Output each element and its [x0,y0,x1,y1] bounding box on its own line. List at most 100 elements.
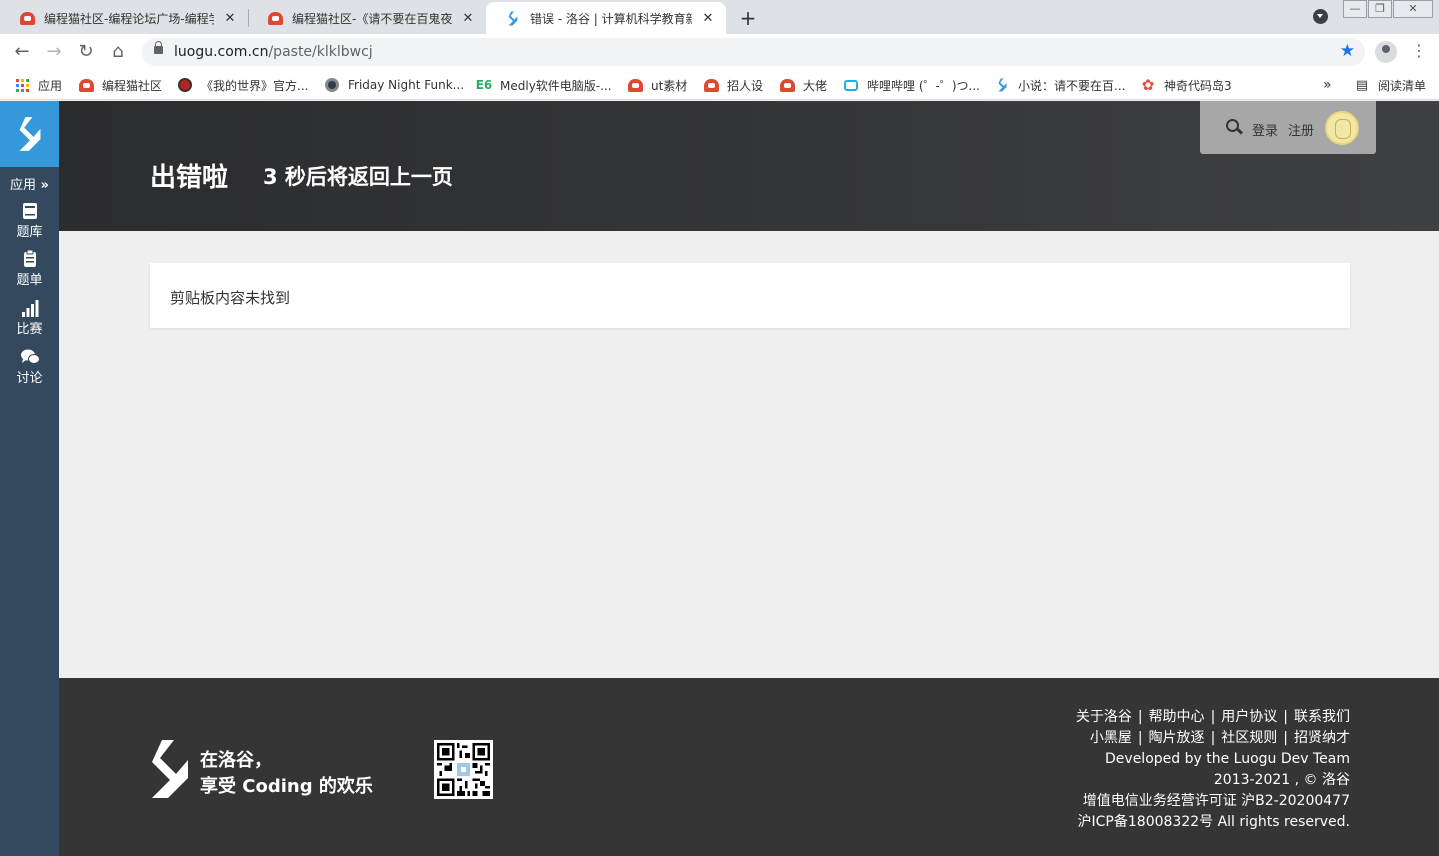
codemao-icon [266,10,284,26]
footer-icp: 沪ICP备18008322号 All rights reserved. [1077,814,1350,830]
close-tab-icon[interactable]: ✕ [700,11,716,26]
luogu-icon [504,10,522,26]
luogu-icon [994,77,1010,93]
chat-bubbles-icon [20,349,40,364]
bookmark-dalao[interactable]: 大佬 [779,76,827,94]
bookmark-medly[interactable]: E6 Medly软件电脑版-... [476,76,612,94]
bookmark-bilibili[interactable]: 哔哩哔哩 (゜-゜)つ... [843,76,980,94]
bookmark-codemao[interactable]: 编程猫社区 [78,76,162,94]
sidebar-item-contests[interactable]: 比赛 [0,299,59,337]
login-link[interactable]: 登录 [1252,120,1278,139]
codemao-icon [78,77,94,93]
profile-avatar-icon[interactable] [1375,41,1397,63]
redirect-countdown: 3 秒后将返回上一页 [263,165,453,189]
medly-icon: E6 [475,78,493,92]
bookmarks-bar: 应用 编程猫社区 《我的世界》官方... Friday Night Funk..… [0,70,1439,100]
bookmark-label: Friday Night Funk... [348,78,465,92]
reading-list-icon: ▤ [1355,77,1369,93]
footer-link-jobs[interactable]: 招贤纳才 [1294,730,1350,746]
new-tab-button[interactable]: + [738,6,758,30]
footer-link-terms[interactable]: 用户协议 [1221,709,1277,725]
bookmark-label: 小说：请不要在百... [1018,78,1126,93]
reading-list-label: 阅读清单 [1378,78,1427,93]
close-tab-icon[interactable]: ✕ [222,11,238,26]
close-window-icon[interactable]: ✕ [1393,0,1433,18]
codemao-icon [779,77,795,93]
apps-grid-icon [14,77,30,93]
sidebar-item-discuss[interactable]: 讨论 [0,348,59,386]
double-chevron-right-icon: » [36,178,49,193]
bookmark-ut[interactable]: ut素材 [627,76,687,94]
footer-link-contact[interactable]: 联系我们 [1294,709,1350,725]
footer-copyright: 2013-2021 , © 洛谷 [1213,772,1350,788]
bookmark-minecraft[interactable]: 《我的世界》官方... [177,76,308,94]
qr-code [434,740,493,799]
minecraft-icon [177,77,193,93]
dev-team-link[interactable]: Luogu Dev Team [1234,751,1350,767]
minimize-icon[interactable]: — [1343,0,1367,18]
more-bookmarks-button[interactable]: » [1323,76,1332,94]
url-text[interactable]: luogu.com.cn/paste/klklbwcj [174,44,373,60]
codemao-icon [18,10,36,26]
tab-search-icon[interactable] [1313,9,1328,24]
url-path: /paste/klklbwcj [268,44,373,60]
footer-link-ostracism[interactable]: 陶片放逐 [1149,730,1205,746]
tab-codemao-forum[interactable]: 编程猫社区-编程论坛广场-编程学习 ✕ [0,2,248,34]
footer-license: 增值电信业务经营许可证 沪B2-20200477 [1082,793,1350,809]
bar-chart-icon [21,300,38,317]
sidebar-apps-toggle[interactable]: 应用 » [0,174,59,193]
codeisland-icon: ✿ [1141,76,1155,94]
reload-icon[interactable]: ↻ [75,41,97,63]
close-tab-icon[interactable]: ✕ [460,11,476,26]
footer-links-row2: 小黑屋 | 陶片放逐 | 社区规则 | 招贤纳才 [1089,730,1350,746]
footer-links: 关于洛谷 | 帮助中心 | 用户协议 | 联系我们 小黑屋 | 陶片放逐 | 社区规则 | 招贤纳才 D… [1076,707,1350,833]
avatar[interactable] [1325,111,1359,145]
sidebar-item-label: 讨论 [16,371,43,386]
footer-slogan-line1: 在洛谷， [200,750,272,771]
browser-toolbar: ← → ↻ ⌂ luogu.com.cn/paste/klklbwcj ★ ⋮ [0,34,1439,70]
footer-link-rules[interactable]: 社区规则 [1221,730,1277,746]
fnf-icon [324,77,340,93]
browser-menu-icon[interactable]: ⋮ [1411,41,1427,60]
footer-link-help[interactable]: 帮助中心 [1149,709,1205,725]
bookmark-label: 大佬 [803,78,828,93]
error-card: 剪贴板内容未找到 [150,263,1350,328]
tab-codemao-novel[interactable]: 编程猫社区-《请不要在百鬼夜行 ✕ [248,2,486,34]
dev-prefix: Developed by the [1105,751,1234,767]
sidebar-item-label: 题库 [16,225,43,240]
address-bar[interactable]: luogu.com.cn/paste/klklbwcj ★ [142,38,1365,66]
reading-list-button[interactable]: ▤ 阅读清单 [1354,76,1426,94]
forward-arrow-icon[interactable]: → [43,41,65,63]
bookmark-apps[interactable]: 应用 [14,76,62,94]
footer-link-about[interactable]: 关于洛谷 [1076,709,1132,725]
footer-link-blacklist[interactable]: 小黑屋 [1090,730,1132,746]
bookmark-star-icon[interactable]: ★ [1340,41,1355,61]
bookmark-label: 编程猫社区 [102,78,163,93]
lock-icon[interactable] [154,41,163,54]
bookmark-label: 招人设 [727,78,764,93]
register-link[interactable]: 注册 [1288,120,1314,139]
luogu-logo-icon [19,117,40,151]
bookmark-luogu-novel[interactable]: 小说：请不要在百... [994,76,1125,94]
bookmark-label: 应用 [38,78,63,93]
home-icon[interactable]: ⌂ [107,41,129,63]
codemao-icon [703,77,719,93]
luogu-logo[interactable] [0,101,59,167]
sidebar-item-problems[interactable]: 题库 [0,202,59,240]
bookmark-label: 哔哩哔哩 (゜-゜)つ... [867,78,980,93]
tab-title: 编程猫社区-编程论坛广场-编程学习 [44,11,214,26]
restore-icon[interactable]: ❐ [1368,0,1392,18]
bookmark-codeisland[interactable]: ✿ 神奇代码岛3 [1140,76,1232,94]
footer-links-row1: 关于洛谷 | 帮助中心 | 用户协议 | 联系我们 [1075,709,1350,725]
bookmark-fnf[interactable]: Friday Night Funk... [324,76,464,94]
error-message: 剪贴板内容未找到 [170,289,291,307]
page-header: 出错啦 3 秒后将返回上一页 登录 注册 [59,101,1439,231]
search-icon[interactable] [1226,119,1239,132]
sidebar: 应用 » 题库 题单 比赛 讨论 [0,101,59,856]
back-arrow-icon[interactable]: ← [11,41,33,63]
footer-dev-credit: Developed by the Luogu Dev Team [1076,749,1350,770]
page-title: 出错啦 [150,163,229,193]
tab-luogu-error[interactable]: 错误 - 洛谷 | 计算机科学教育新生态 ✕ [486,2,726,34]
sidebar-item-lists[interactable]: 题单 [0,250,59,288]
bookmark-zhaorenshe[interactable]: 招人设 [703,76,763,94]
